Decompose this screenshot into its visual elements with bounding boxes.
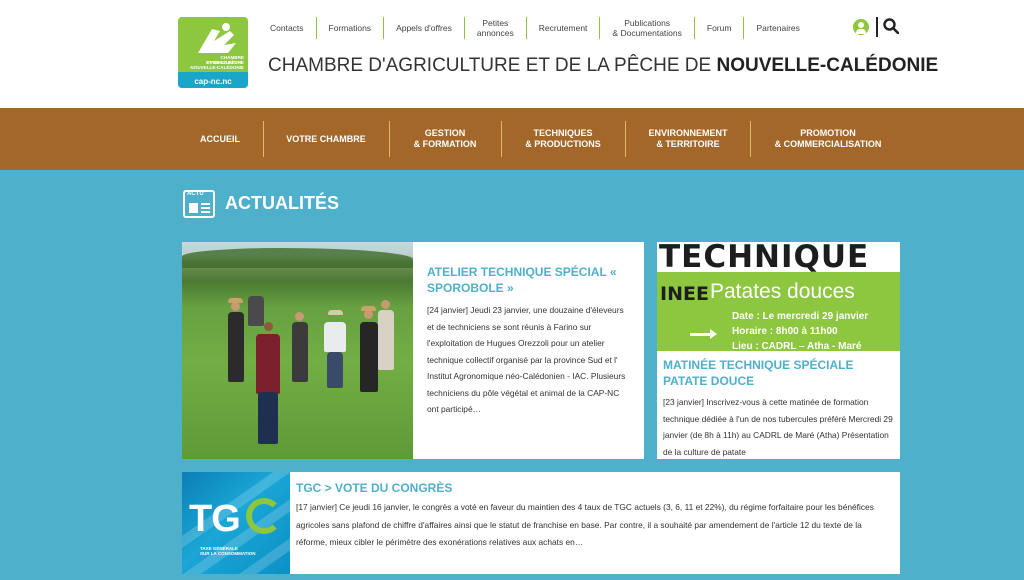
article-body: MATINÉE TECHNIQUE SPÉCIALE PATATE DOUCE … <box>663 357 899 459</box>
topnav-publications[interactable]: Publications & Documentations <box>599 17 693 39</box>
poster-subtitle: Patates douces <box>710 280 855 303</box>
nav-separator <box>625 121 626 157</box>
news-icon-tag: ACTU <box>187 191 204 197</box>
mainnav-accueil[interactable]: ACCUEIL <box>190 121 250 157</box>
poster-line: Lieu : CADRL – Atha - Maré <box>732 341 862 352</box>
site-title: CHAMBRE D'AGRICULTURE ET DE LA PÊCHE DE … <box>268 55 938 77</box>
article-image[interactable]: TG TAXE GÉNÉRALE SUR LA CONSOMMATION <box>182 472 290 574</box>
article-excerpt: [17 janvier] Ce jeudi 16 janvier, le con… <box>296 502 874 547</box>
top-navigation: Contacts Formations Appels d'offres Peti… <box>258 16 812 40</box>
nav-separator <box>501 121 502 157</box>
arrow-right-icon <box>690 329 717 339</box>
mainnav-techniques-productions[interactable]: TECHNIQUES & PRODUCTIONS <box>513 121 613 157</box>
site-title-bold: NOUVELLE-CALÉDONIE <box>716 55 939 76</box>
logo-line-3: NOUVELLE-CALÉDONIE <box>190 65 244 70</box>
news-section: ACTU ACTUALITÉS ATELIER TECHNIQUE SPÉCIA… <box>0 170 1024 580</box>
news-icon: ACTU <box>183 190 215 218</box>
search-icon[interactable] <box>883 18 899 34</box>
tgc-logo-c-icon <box>246 498 282 534</box>
article-title[interactable]: ATELIER TECHNIQUE SPÉCIAL « SPOROBOLE » <box>427 264 627 296</box>
nav-separator <box>389 121 390 157</box>
article-image[interactable]: TECHNIQUE INEE Patates douces Date : Le … <box>657 242 900 352</box>
topnav-forum[interactable]: Forum <box>693 17 744 39</box>
topnav-partenaires[interactable]: Partenaires <box>743 17 811 39</box>
mainnav-gestion-formation[interactable]: GESTION & FORMATION <box>400 121 490 157</box>
topnav-recrutement[interactable]: Recrutement <box>525 17 600 39</box>
article-title[interactable]: TGC > VOTE DU CONGRÈS <box>296 480 894 496</box>
topnav-petites-annonces[interactable]: Petites annonces <box>463 17 526 39</box>
site-header: CHAMBRE D'AGRICULTURE ET DE LA PÊCHE NOU… <box>0 0 1024 108</box>
user-icon[interactable] <box>853 19 869 35</box>
poster-line: Horaire : 8h00 à 11h00 <box>732 326 838 337</box>
poster-vertical-text: INEE <box>660 283 709 305</box>
article-excerpt: [24 janvier] Jeudi 23 janvier, une douza… <box>427 305 626 414</box>
mainnav-environnement-territoire[interactable]: ENVIRONNEMENT & TERRITOIRE <box>637 121 739 157</box>
article-title[interactable]: MATINÉE TECHNIQUE SPÉCIALE PATATE DOUCE <box>663 357 899 389</box>
mainnav-votre-chambre[interactable]: VOTRE CHAMBRE <box>276 121 376 157</box>
article-body: ATELIER TECHNIQUE SPÉCIAL « SPOROBOLE » … <box>427 264 627 418</box>
topnav-contacts[interactable]: Contacts <box>258 17 316 39</box>
article-body: TGC > VOTE DU CONGRÈS [17 janvier] Ce je… <box>296 480 894 552</box>
article-photo[interactable] <box>182 242 413 459</box>
news-card[interactable]: TECHNIQUE INEE Patates douces Date : Le … <box>657 242 900 459</box>
topnav-appels-offres[interactable]: Appels d'offres <box>383 17 464 39</box>
topnav-formations[interactable]: Formations <box>315 17 384 39</box>
divider <box>876 17 878 37</box>
poster-heading: TECHNIQUE <box>659 242 870 275</box>
site-logo[interactable]: CHAMBRE D'AGRICULTURE ET DE LA PÊCHE NOU… <box>178 17 248 88</box>
poster-line: Date : Le mercredi 29 janvier <box>732 311 869 322</box>
tgc-caption: TAXE GÉNÉRALE SUR LA CONSOMMATION <box>200 546 256 556</box>
news-card[interactable]: ATELIER TECHNIQUE SPÉCIAL « SPOROBOLE » … <box>182 242 644 459</box>
nav-separator <box>263 121 264 157</box>
article-excerpt: [23 janvier] Inscrivez-vous à cette mati… <box>663 397 893 457</box>
tgc-logo: TG <box>189 498 241 540</box>
logo-url: cap-nc.nc <box>194 77 232 86</box>
section-title: ACTUALITÉS <box>225 193 339 213</box>
news-card[interactable]: TG TAXE GÉNÉRALE SUR LA CONSOMMATION TGC… <box>182 472 900 574</box>
site-title-prefix: CHAMBRE D'AGRICULTURE ET DE LA PÊCHE DE <box>268 55 717 76</box>
nav-separator <box>750 121 751 157</box>
main-navigation: ACCUEIL VOTRE CHAMBRE GESTION & FORMATIO… <box>0 108 1024 170</box>
mainnav-promotion-commercialisation[interactable]: PROMOTION & COMMERCIALISATION <box>762 121 894 157</box>
